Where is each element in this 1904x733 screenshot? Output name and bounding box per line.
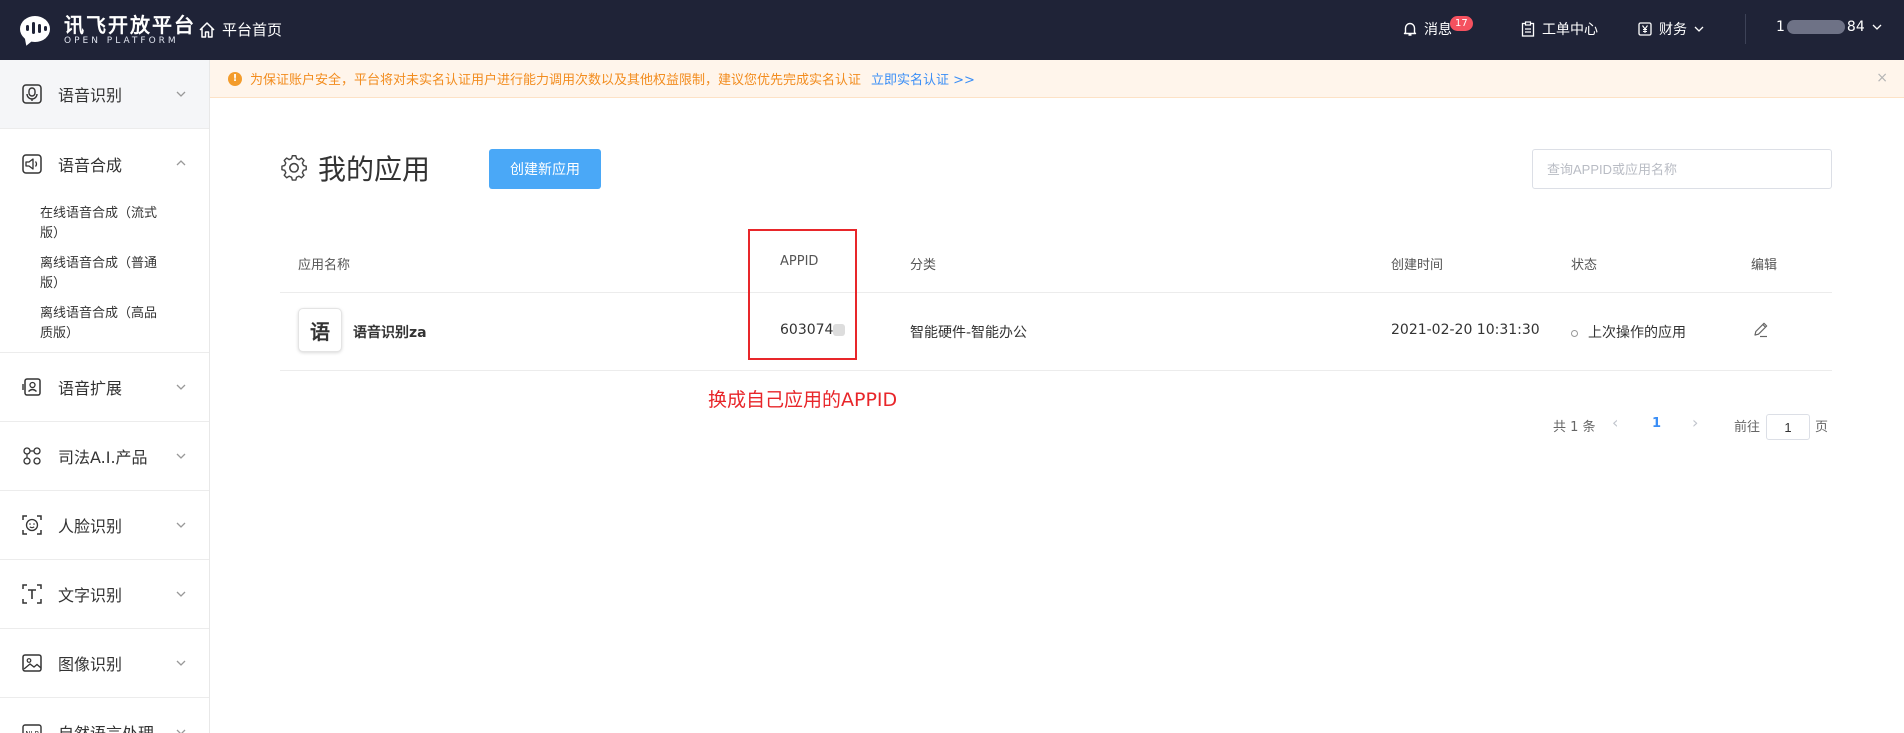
platform-logo[interactable]: 讯飞开放平台 OPEN PLATFORM [18, 12, 196, 48]
sidebar-nav: 语音识别 语音合成 在线语音合成（流式版） 离线语音合成（普通版） 离线语音合成… [0, 60, 210, 733]
topbar-divider [1745, 14, 1746, 44]
image-icon [20, 651, 44, 675]
table-divider [280, 370, 1832, 371]
chevron-left-icon[interactable]: ‹ [1612, 413, 1618, 432]
app-created-time: 2021-02-20 10:31:30 [1391, 322, 1540, 338]
sidebar-group-label: 文字识别 [58, 586, 123, 605]
messages-button[interactable]: 消息 17 [1402, 15, 1473, 39]
user-id-mask [1786, 20, 1845, 34]
column-header-edit: 编辑 [1751, 258, 1778, 273]
sidebar-group-text-recognition[interactable]: 文字识别 [0, 560, 209, 629]
pagination-goto-label: 前往 [1734, 420, 1761, 435]
app-avatar: 语 [298, 308, 342, 352]
sidebar-group-nlp[interactable]: NLP 自然语言处理 [0, 698, 209, 733]
voice-ext-icon [20, 375, 44, 399]
sidebar-group-label: 语音合成 [58, 155, 123, 175]
logo-text-en: OPEN PLATFORM [64, 35, 179, 46]
scales-icon [20, 444, 44, 468]
face-icon [20, 513, 44, 537]
ticket-center-label: 工单中心 [1542, 22, 1598, 38]
chevron-down-icon [1694, 26, 1704, 32]
logo-icon [18, 14, 56, 48]
page-title-text: 我的应用 [318, 153, 431, 186]
bell-icon [1403, 22, 1417, 36]
user-id-prefix: 1 [1776, 19, 1785, 35]
app-name[interactable]: 语音识别za [353, 322, 427, 342]
yuan-icon [1638, 22, 1652, 36]
sidebar-group-image-recognition[interactable]: 图像识别 [0, 629, 209, 698]
chevron-down-icon [176, 453, 186, 459]
status-dot-icon [1571, 329, 1578, 337]
chevron-right-icon[interactable]: › [1692, 413, 1698, 432]
messages-label: 消息 [1424, 22, 1452, 38]
nlp-icon: NLP [20, 720, 44, 733]
gear-icon [281, 155, 307, 181]
edit-button[interactable] [1752, 320, 1770, 342]
chevron-up-icon [176, 160, 186, 166]
search-input[interactable] [1532, 149, 1832, 189]
home-link-label: 平台首页 [222, 21, 283, 39]
sidebar-group-speech-synthesis[interactable]: 语音合成 [0, 129, 209, 198]
realname-verify-link[interactable]: 立即实名认证 >> [871, 69, 975, 88]
text-ocr-icon [20, 582, 44, 606]
column-header-name: 应用名称 [298, 258, 351, 273]
sidebar-group-speech-recognition[interactable]: 语音识别 [0, 60, 209, 129]
realname-notice-bar: ! 为保证账户安全，平台将对未实名认证用户进行能力调用次数以及其他权益限制，建议… [210, 60, 1904, 98]
sidebar-group-speech-extension[interactable]: 语音扩展 [0, 353, 209, 422]
speech-synthesis-submenu: 在线语音合成（流式版） 离线语音合成（普通版） 离线语音合成（高品质版） [0, 198, 209, 353]
chevron-down-icon [176, 384, 186, 390]
appid-highlight-box [748, 229, 857, 360]
sidebar-group-label: 语音扩展 [58, 379, 123, 398]
table-divider [280, 292, 1832, 293]
page-title: 我的应用 [280, 148, 430, 188]
clipboard-icon [1521, 21, 1535, 37]
pagination-goto-input[interactable] [1766, 414, 1810, 440]
microphone-icon [20, 82, 44, 106]
speaker-icon [20, 152, 44, 176]
create-app-button[interactable]: 创建新应用 [489, 149, 601, 189]
pagination-total: 共 1 条 [1553, 420, 1596, 435]
sidebar-group-label: 司法A.I.产品 [58, 448, 148, 467]
warning-icon: ! [228, 71, 242, 86]
chevron-down-icon [1872, 24, 1882, 30]
pagination-page-suffix: 页 [1815, 420, 1829, 435]
chevron-down-icon [176, 522, 186, 528]
chevron-down-icon [176, 729, 186, 733]
user-account-dropdown[interactable]: 1 84 [1776, 19, 1889, 35]
chevron-down-icon [176, 91, 186, 97]
app-status: 上次操作的应用 [1571, 322, 1686, 342]
platform-home-link[interactable]: 平台首页 [198, 19, 282, 40]
column-header-category: 分类 [910, 258, 937, 273]
sidebar-group-label: 语音识别 [58, 86, 123, 105]
ticket-center-link[interactable]: 工单中心 [1520, 19, 1598, 39]
chevron-down-icon [176, 591, 186, 597]
sidebar-item-online-tts[interactable]: 在线语音合成（流式版） [40, 204, 160, 244]
annotation-text: 换成自己应用的APPID [708, 389, 898, 411]
app-status-text: 上次操作的应用 [1588, 325, 1686, 341]
user-id-suffix: 84 [1846, 19, 1865, 35]
sidebar-item-offline-tts-standard[interactable]: 离线语音合成（普通版） [40, 254, 160, 294]
top-navbar: 讯飞开放平台 OPEN PLATFORM 平台首页 消息 17 工单中心 财务 … [0, 0, 1904, 60]
app-category: 智能硬件-智能办公 [910, 325, 1028, 341]
finance-dropdown[interactable]: 财务 [1637, 19, 1711, 39]
sidebar-group-label: 图像识别 [58, 655, 123, 674]
close-icon[interactable]: × [1876, 70, 1888, 86]
sidebar-group-label: 自然语言处理 [58, 720, 154, 733]
column-header-status: 状态 [1571, 258, 1598, 273]
sidebar-item-offline-tts-hq[interactable]: 离线语音合成（高品质版） [40, 304, 160, 344]
column-header-created: 创建时间 [1391, 258, 1444, 273]
finance-label: 财务 [1659, 22, 1687, 38]
home-icon [199, 21, 215, 38]
sidebar-group-label: 人脸识别 [58, 517, 123, 536]
logo-text-cn: 讯飞开放平台 [64, 12, 196, 37]
sidebar-group-judicial-ai[interactable]: 司法A.I.产品 [0, 422, 209, 491]
notice-text: 为保证账户安全，平台将对未实名认证用户进行能力调用次数以及其他权益限制，建议您优… [250, 73, 862, 88]
pencil-icon [1754, 322, 1768, 338]
chevron-down-icon [176, 660, 186, 666]
sidebar-group-face-recognition[interactable]: 人脸识别 [0, 491, 209, 560]
messages-count-badge: 17 [1450, 15, 1473, 31]
pagination-page-current[interactable]: 1 [1652, 416, 1661, 431]
